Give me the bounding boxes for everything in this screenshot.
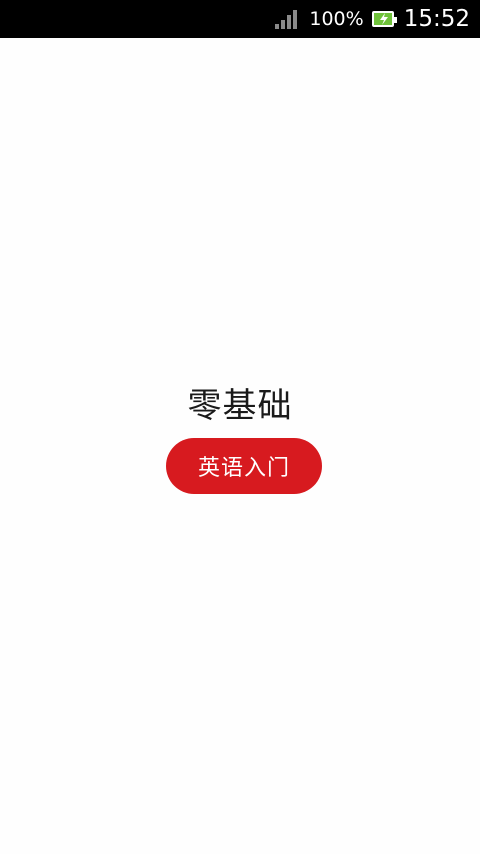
battery-charging-icon [371, 11, 397, 27]
splash-content: 零基础 英语入门 [0, 38, 480, 854]
status-icons: 100% 15:52 [275, 0, 470, 38]
status-bar: 100% 15:52 [0, 0, 480, 38]
signal-icon [275, 9, 301, 29]
battery-percent: 100% [309, 8, 364, 30]
start-learning-button[interactable]: 英语入门 [166, 438, 322, 494]
status-time: 15:52 [403, 6, 470, 32]
headline-title: 零基础 [187, 386, 293, 426]
